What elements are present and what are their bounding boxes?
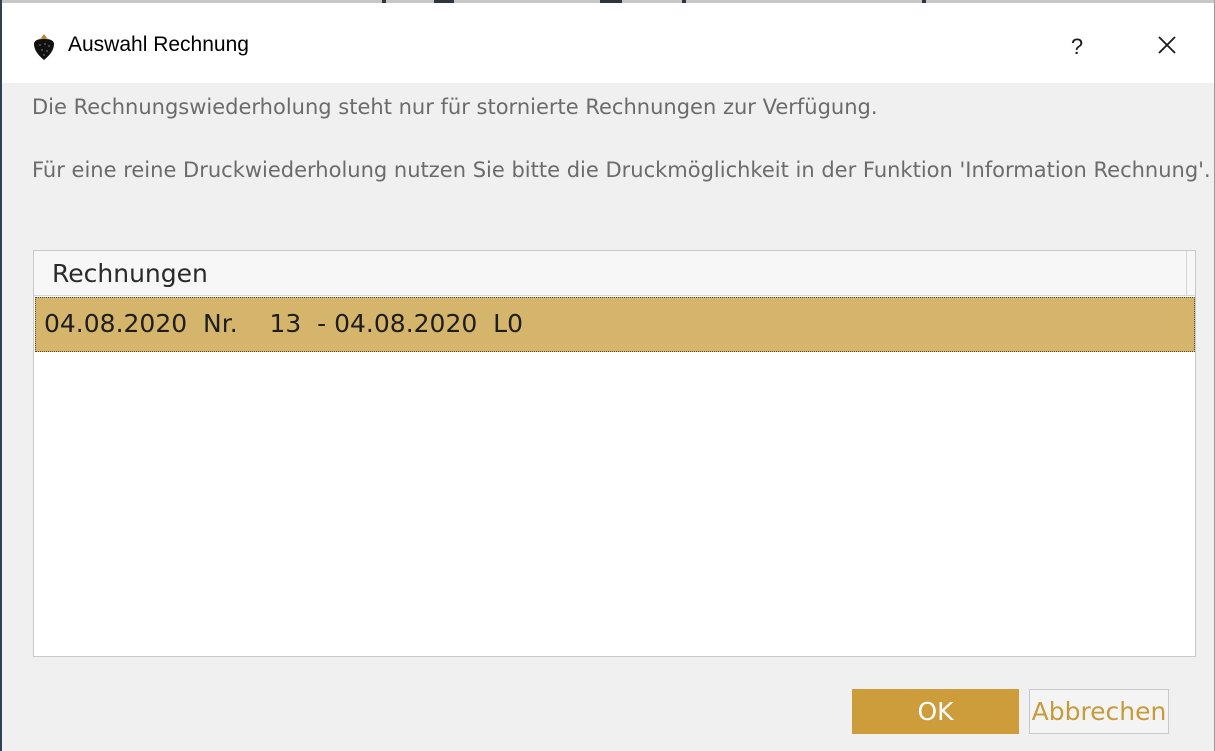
info-message-1: Die Rechnungswiederholung steht nur für … (32, 95, 878, 119)
close-button[interactable] (1142, 25, 1192, 69)
column-divider (1186, 251, 1187, 296)
dialog-window: Auswahl Rechnung ? Die Rechnungswiederho… (0, 0, 1215, 751)
cancel-button[interactable]: Abbrechen (1029, 689, 1169, 734)
info-message-2: Für eine reine Druckwiederholung nutzen … (32, 158, 1211, 182)
window-title: Auswahl Rechnung (68, 33, 249, 56)
close-icon (1156, 34, 1178, 60)
dialog-body: Die Rechnungswiederholung steht nur für … (2, 83, 1214, 751)
column-header-rechnungen: Rechnungen (52, 259, 208, 288)
invoice-list[interactable]: Rechnungen 04.08.2020 Nr. 13 - 04.08.202… (33, 250, 1196, 657)
ok-button[interactable]: OK (852, 689, 1019, 734)
title-bar[interactable]: Auswahl Rechnung ? (2, 3, 1214, 83)
help-icon: ? (1070, 34, 1084, 59)
list-header[interactable]: Rechnungen (34, 251, 1195, 296)
invoice-row-text: 04.08.2020 Nr. 13 - 04.08.2020 L0 (44, 309, 523, 338)
strawberry-icon (32, 33, 56, 61)
help-button[interactable]: ? (1054, 25, 1100, 69)
invoice-row-selected[interactable]: 04.08.2020 Nr. 13 - 04.08.2020 L0 (35, 297, 1195, 352)
